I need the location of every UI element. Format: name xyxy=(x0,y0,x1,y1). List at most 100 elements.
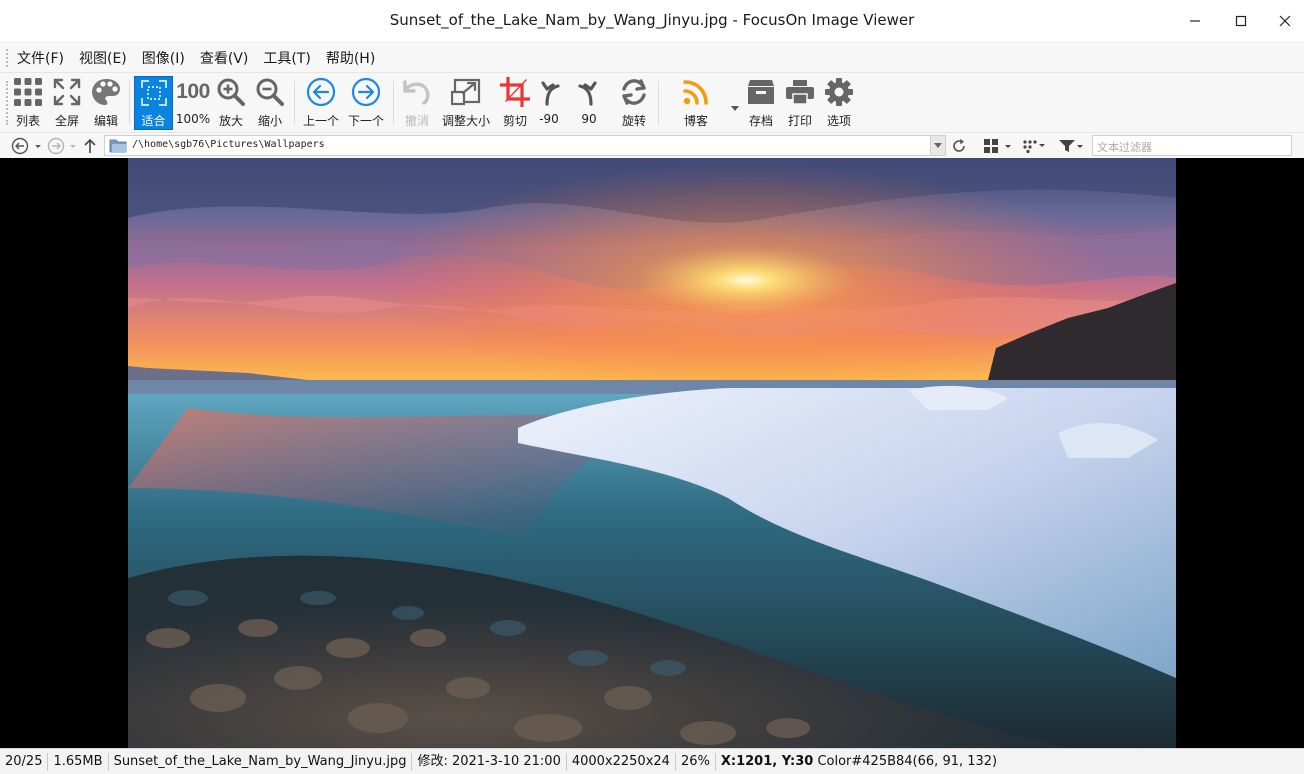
forward-icon xyxy=(47,137,76,155)
text-filter-field[interactable] xyxy=(1092,135,1292,157)
file-size: 1.65MB xyxy=(48,752,109,771)
maximize-icon xyxy=(1235,15,1247,27)
previous-label: 上一个 xyxy=(302,114,339,128)
close-icon xyxy=(1279,15,1291,27)
zoom-level: 26% xyxy=(676,752,716,771)
options-label: 选项 xyxy=(826,114,851,128)
image-index: 20/25 xyxy=(0,752,49,771)
menu-grip[interactable] xyxy=(6,49,9,67)
previous-button[interactable]: 上一个 xyxy=(300,76,342,130)
minimize-icon xyxy=(1190,20,1200,22)
palette-icon xyxy=(91,76,121,108)
title-bar: Sunset_of_the_Lake_Nam_by_Wang_Jinyu.jpg… xyxy=(0,0,1304,42)
image-dimensions: 4000x2250x24 xyxy=(567,752,676,771)
options-button[interactable]: 选项 xyxy=(822,76,856,130)
print-label: 打印 xyxy=(787,114,812,128)
rotate-left-button[interactable]: -90 xyxy=(536,76,562,130)
menu-tools[interactable]: 工具(T) xyxy=(263,48,318,68)
menu-help[interactable]: 帮助(H) xyxy=(326,48,383,68)
undo-button[interactable]: 撤消 xyxy=(400,76,434,130)
menu-image[interactable]: 图像(I) xyxy=(142,48,193,68)
print-button[interactable]: 打印 xyxy=(783,76,817,130)
fit-button[interactable]: 适合 xyxy=(134,76,173,130)
menu-file[interactable]: 文件(F) xyxy=(17,48,72,68)
arrow-right-circle-icon xyxy=(351,76,381,108)
zoom-in-icon xyxy=(217,76,245,108)
blog-dropdown-icon[interactable] xyxy=(731,97,739,116)
menu-view[interactable]: 视图(E) xyxy=(79,48,135,68)
toolbar-separator xyxy=(129,81,130,125)
actual-size-label: 100% xyxy=(175,112,211,126)
fullscreen-icon xyxy=(53,76,81,108)
rotate-label: 旋转 xyxy=(621,114,646,128)
blog-button[interactable]: 博客 xyxy=(678,76,714,130)
sort-button[interactable] xyxy=(1022,136,1048,156)
crop-button[interactable]: 剪切 xyxy=(498,76,532,130)
toolbar-separator xyxy=(393,81,394,125)
path-text: /\home\sgb76\Pictures\Wallpapers xyxy=(132,139,325,150)
up-folder-button[interactable] xyxy=(82,136,98,156)
menu-bar: 文件(F) 视图(E) 图像(I) 查看(V) 工具(T) 帮助(H) xyxy=(0,42,1304,72)
text-filter-input[interactable] xyxy=(1093,138,1291,157)
sort-dots-icon xyxy=(1023,140,1045,154)
modified-date: 修改: 2021-3-10 21:00 xyxy=(412,752,567,771)
edit-label: 编辑 xyxy=(93,114,118,128)
rotate-right-icon xyxy=(577,76,601,108)
actual-size-icon: 100 xyxy=(176,76,210,108)
rotate-left-icon xyxy=(537,76,561,108)
zoom-in-button[interactable]: 放大 xyxy=(214,76,248,130)
fullscreen-button[interactable]: 全屏 xyxy=(50,76,84,130)
actual-size-button[interactable]: 100 100% xyxy=(175,76,211,130)
zoom-out-button[interactable]: 缩小 xyxy=(253,76,287,130)
thumbnail-view-button[interactable] xyxy=(983,136,1013,156)
back-icon xyxy=(11,137,41,155)
displayed-image[interactable] xyxy=(128,158,1176,748)
toolbar-grip[interactable] xyxy=(6,81,9,125)
undo-icon xyxy=(402,76,432,108)
next-label: 下一个 xyxy=(347,114,384,128)
filter-funnel-icon xyxy=(1059,140,1083,152)
zoom-in-label: 放大 xyxy=(218,114,243,128)
filter-button[interactable] xyxy=(1058,136,1084,156)
save-button[interactable]: 存档 xyxy=(744,76,778,130)
rss-icon xyxy=(682,76,710,108)
window-title: Sunset_of_the_Lake_Nam_by_Wang_Jinyu.jpg… xyxy=(389,11,915,29)
minimize-button[interactable] xyxy=(1182,8,1208,34)
chevron-down-icon xyxy=(934,143,942,148)
rotate-button[interactable]: 旋转 xyxy=(617,76,651,130)
rotate-right-label: 90 xyxy=(581,112,597,126)
undo-label: 撤消 xyxy=(404,114,429,128)
close-button[interactable] xyxy=(1272,8,1298,34)
toolbar-separator xyxy=(294,81,295,125)
rotate-icon xyxy=(619,76,649,108)
back-button[interactable] xyxy=(10,136,42,156)
crop-icon xyxy=(500,76,530,108)
resize-label: 调整大小 xyxy=(441,114,490,128)
actual-size-icon-text: 100 xyxy=(176,80,210,103)
image-viewport[interactable] xyxy=(0,158,1304,748)
thumbnail-grid-icon xyxy=(984,139,1011,153)
zoom-out-icon xyxy=(256,76,284,108)
cursor-coordinates: X:1201, Y:30 xyxy=(720,753,814,769)
menu-look[interactable]: 查看(V) xyxy=(200,48,257,68)
edit-button[interactable]: 编辑 xyxy=(89,76,123,130)
list-button[interactable]: 列表 xyxy=(11,76,45,130)
rotate-left-label: -90 xyxy=(539,112,559,126)
folder-icon xyxy=(109,138,127,157)
maximize-button[interactable] xyxy=(1228,8,1254,34)
blog-label: 博客 xyxy=(683,114,708,128)
next-button[interactable]: 下一个 xyxy=(345,76,387,130)
path-dropdown-button[interactable] xyxy=(930,136,945,155)
path-field[interactable]: /\home\sgb76\Pictures\Wallpapers xyxy=(104,135,946,156)
refresh-button[interactable] xyxy=(951,136,967,156)
rotate-right-button[interactable]: 90 xyxy=(576,76,602,130)
arrow-left-circle-icon xyxy=(306,76,336,108)
file-name: Sunset_of_the_Lake_Nam_by_Wang_Jinyu.jpg xyxy=(109,752,413,771)
resize-button[interactable]: 调整大小 xyxy=(440,76,492,130)
toolbar-separator xyxy=(658,81,659,125)
fit-label: 适合 xyxy=(141,114,166,128)
forward-button[interactable] xyxy=(46,136,78,156)
pixel-color: Color#425B84(66, 91, 132) xyxy=(817,753,998,769)
archive-icon xyxy=(746,76,776,108)
printer-icon xyxy=(785,76,815,108)
